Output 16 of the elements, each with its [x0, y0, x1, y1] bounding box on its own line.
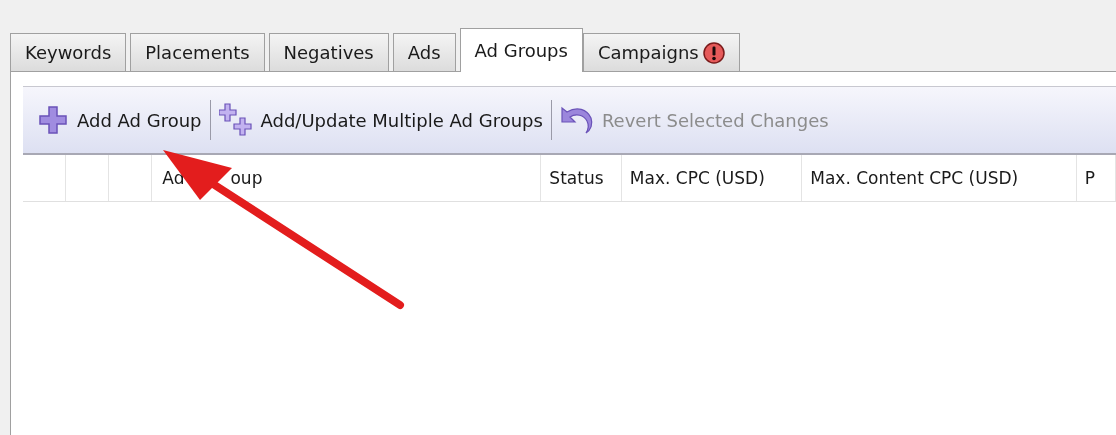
- tab[interactable]: Ad Groups: [459, 28, 583, 72]
- tab[interactable]: Keywords: [10, 33, 127, 71]
- column-header-fragment: oup: [230, 168, 263, 188]
- tab[interactable]: Placements: [130, 33, 265, 71]
- undo-icon: [559, 104, 594, 136]
- column-header[interactable]: P: [1076, 155, 1116, 201]
- plus-pair-icon: [218, 103, 253, 137]
- tab[interactable]: Campaigns: [582, 33, 740, 71]
- tab[interactable]: Ads: [392, 33, 456, 71]
- column-header[interactable]: Max. CPC (USD): [621, 155, 803, 201]
- plus-icon: [37, 104, 69, 136]
- toolbar-button[interactable]: Add Ad Group: [29, 100, 210, 140]
- tab[interactable]: Negatives: [268, 33, 389, 71]
- toolbar-button[interactable]: Add/Update Multiple Ad Groups: [210, 99, 551, 141]
- column-header[interactable]: Status: [541, 155, 622, 201]
- column-header[interactable]: Max. Content CPC (USD): [802, 155, 1077, 201]
